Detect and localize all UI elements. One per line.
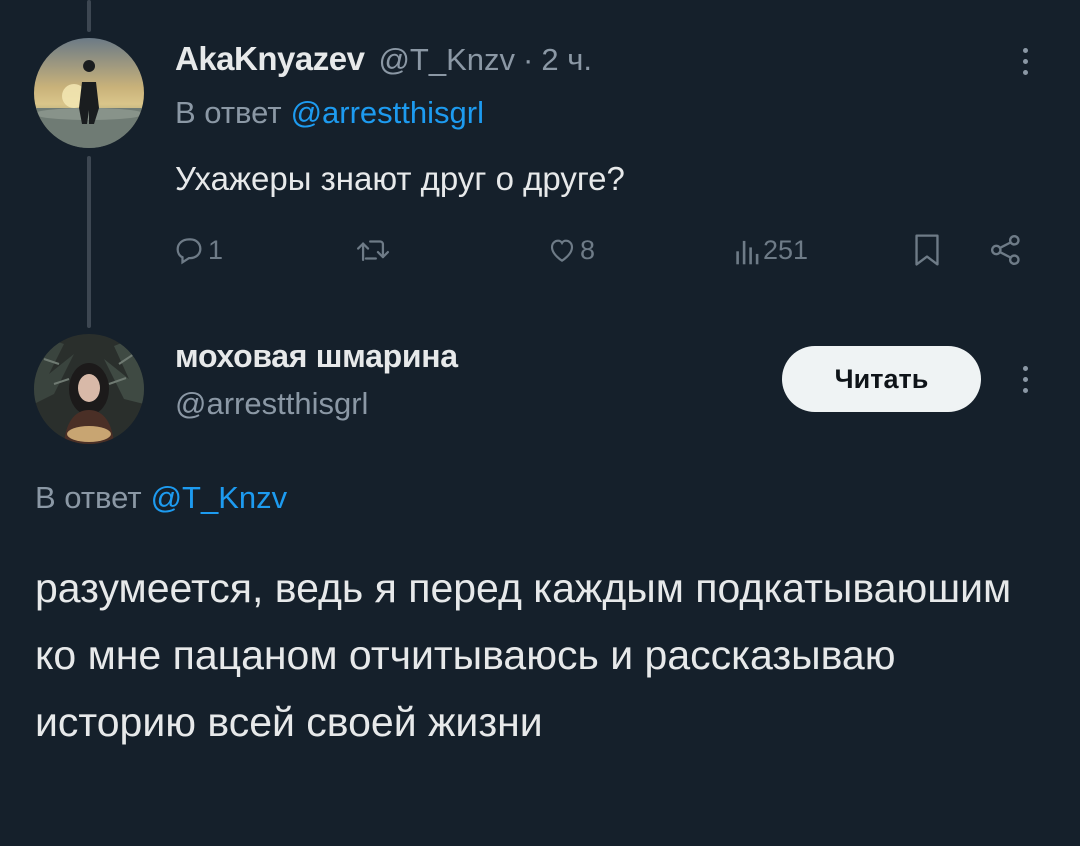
- views-button[interactable]: 251: [735, 230, 808, 270]
- reply-mention-link[interactable]: @arrestthisgrl: [291, 95, 484, 130]
- tweet-text: Ухажеры знают друг о друге?: [175, 160, 625, 197]
- avatar-akaknyazev-image: [34, 38, 144, 148]
- follow-button[interactable]: Читать: [782, 346, 981, 412]
- like-icon: [550, 239, 574, 262]
- bookmark-icon: [915, 234, 939, 266]
- separator-dot: ·: [523, 42, 534, 77]
- more-options-button[interactable]: [1010, 354, 1040, 404]
- reply-label: В ответ: [35, 480, 142, 515]
- thread-connector-top: [87, 0, 91, 32]
- view-count: 251: [763, 234, 809, 265]
- retweet-button[interactable]: [354, 230, 392, 270]
- display-name[interactable]: AkaKnyazev: [175, 40, 365, 78]
- reply-count: 1: [208, 234, 224, 265]
- like-count: 8: [580, 234, 596, 265]
- reply-context: В ответ @T_Knzv: [35, 480, 287, 516]
- reply-label: В ответ: [175, 95, 282, 130]
- tweet-text: разумеется, ведь я перед каждым подкатыв…: [35, 565, 1012, 745]
- reply-icon: [176, 238, 202, 265]
- reply-context: В ответ @arrestthisgrl: [175, 95, 484, 131]
- reply-button[interactable]: 1: [172, 230, 223, 270]
- avatar-akaknyazev[interactable]: [34, 38, 144, 148]
- user-handle[interactable]: @arrestthisgrl: [175, 386, 368, 422]
- retweet-icon: [356, 240, 390, 262]
- avatar-arrestthisgrl[interactable]: [34, 334, 144, 444]
- thread-view: AkaKnyazev @T_Knzv · 2 ч. В ответ @arrest…: [0, 0, 1080, 846]
- user-handle[interactable]: @T_Knzv: [378, 42, 515, 78]
- reply-mention-link[interactable]: @T_Knzv: [151, 480, 288, 515]
- more-options-button[interactable]: [1010, 36, 1040, 86]
- tweet1-header: AkaKnyazev @T_Knzv · 2 ч.: [175, 40, 592, 80]
- more-icon: [1022, 47, 1028, 53]
- more-icon: [1022, 365, 1028, 371]
- share-button[interactable]: [988, 230, 1024, 270]
- avatar-arrestthisgrl-image: [34, 334, 144, 444]
- like-button[interactable]: 8: [546, 230, 595, 270]
- thread-connector: [87, 156, 91, 328]
- display-name[interactable]: моховая шмарина: [175, 338, 458, 375]
- views-icon: [736, 240, 759, 265]
- bookmark-button[interactable]: [912, 230, 942, 270]
- timestamp[interactable]: 2 ч.: [541, 42, 592, 78]
- share-icon: [990, 234, 1020, 266]
